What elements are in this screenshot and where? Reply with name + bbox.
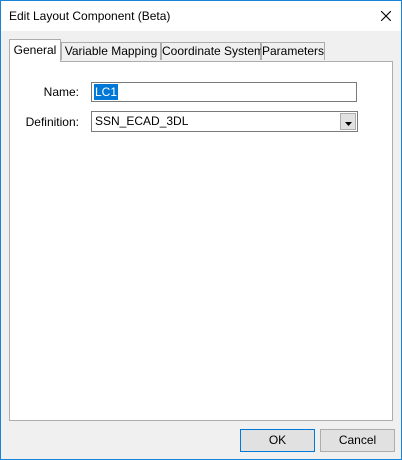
tab-general[interactable]: General <box>9 39 61 62</box>
title-bar: Edit Layout Component (Beta) <box>1 1 401 31</box>
tab-coordinate-system[interactable]: Coordinate System <box>161 42 264 60</box>
name-label: Name: <box>43 85 79 99</box>
cancel-button[interactable]: Cancel <box>320 429 395 452</box>
chevron-down-icon <box>344 115 352 129</box>
ok-button[interactable]: OK <box>240 429 315 452</box>
close-button[interactable] <box>371 1 401 31</box>
definition-label: Definition: <box>25 115 79 129</box>
name-input-value: LC1 <box>94 84 119 100</box>
window-title: Edit Layout Component (Beta) <box>9 9 171 23</box>
name-input[interactable]: LC1 <box>91 82 357 102</box>
tab-variable-mapping[interactable]: Variable Mapping <box>61 42 161 60</box>
tab-parameters[interactable]: Parameters <box>261 42 325 60</box>
general-tab-panel: Name: LC1 Definition: SSN_ECAD_3DL <box>9 61 393 421</box>
close-icon <box>381 11 391 21</box>
definition-select[interactable]: SSN_ECAD_3DL <box>91 111 358 132</box>
definition-dropdown-button[interactable] <box>340 113 356 130</box>
dialog-window: Edit Layout Component (Beta) General Var… <box>0 0 402 460</box>
definition-select-value: SSN_ECAD_3DL <box>95 114 189 128</box>
